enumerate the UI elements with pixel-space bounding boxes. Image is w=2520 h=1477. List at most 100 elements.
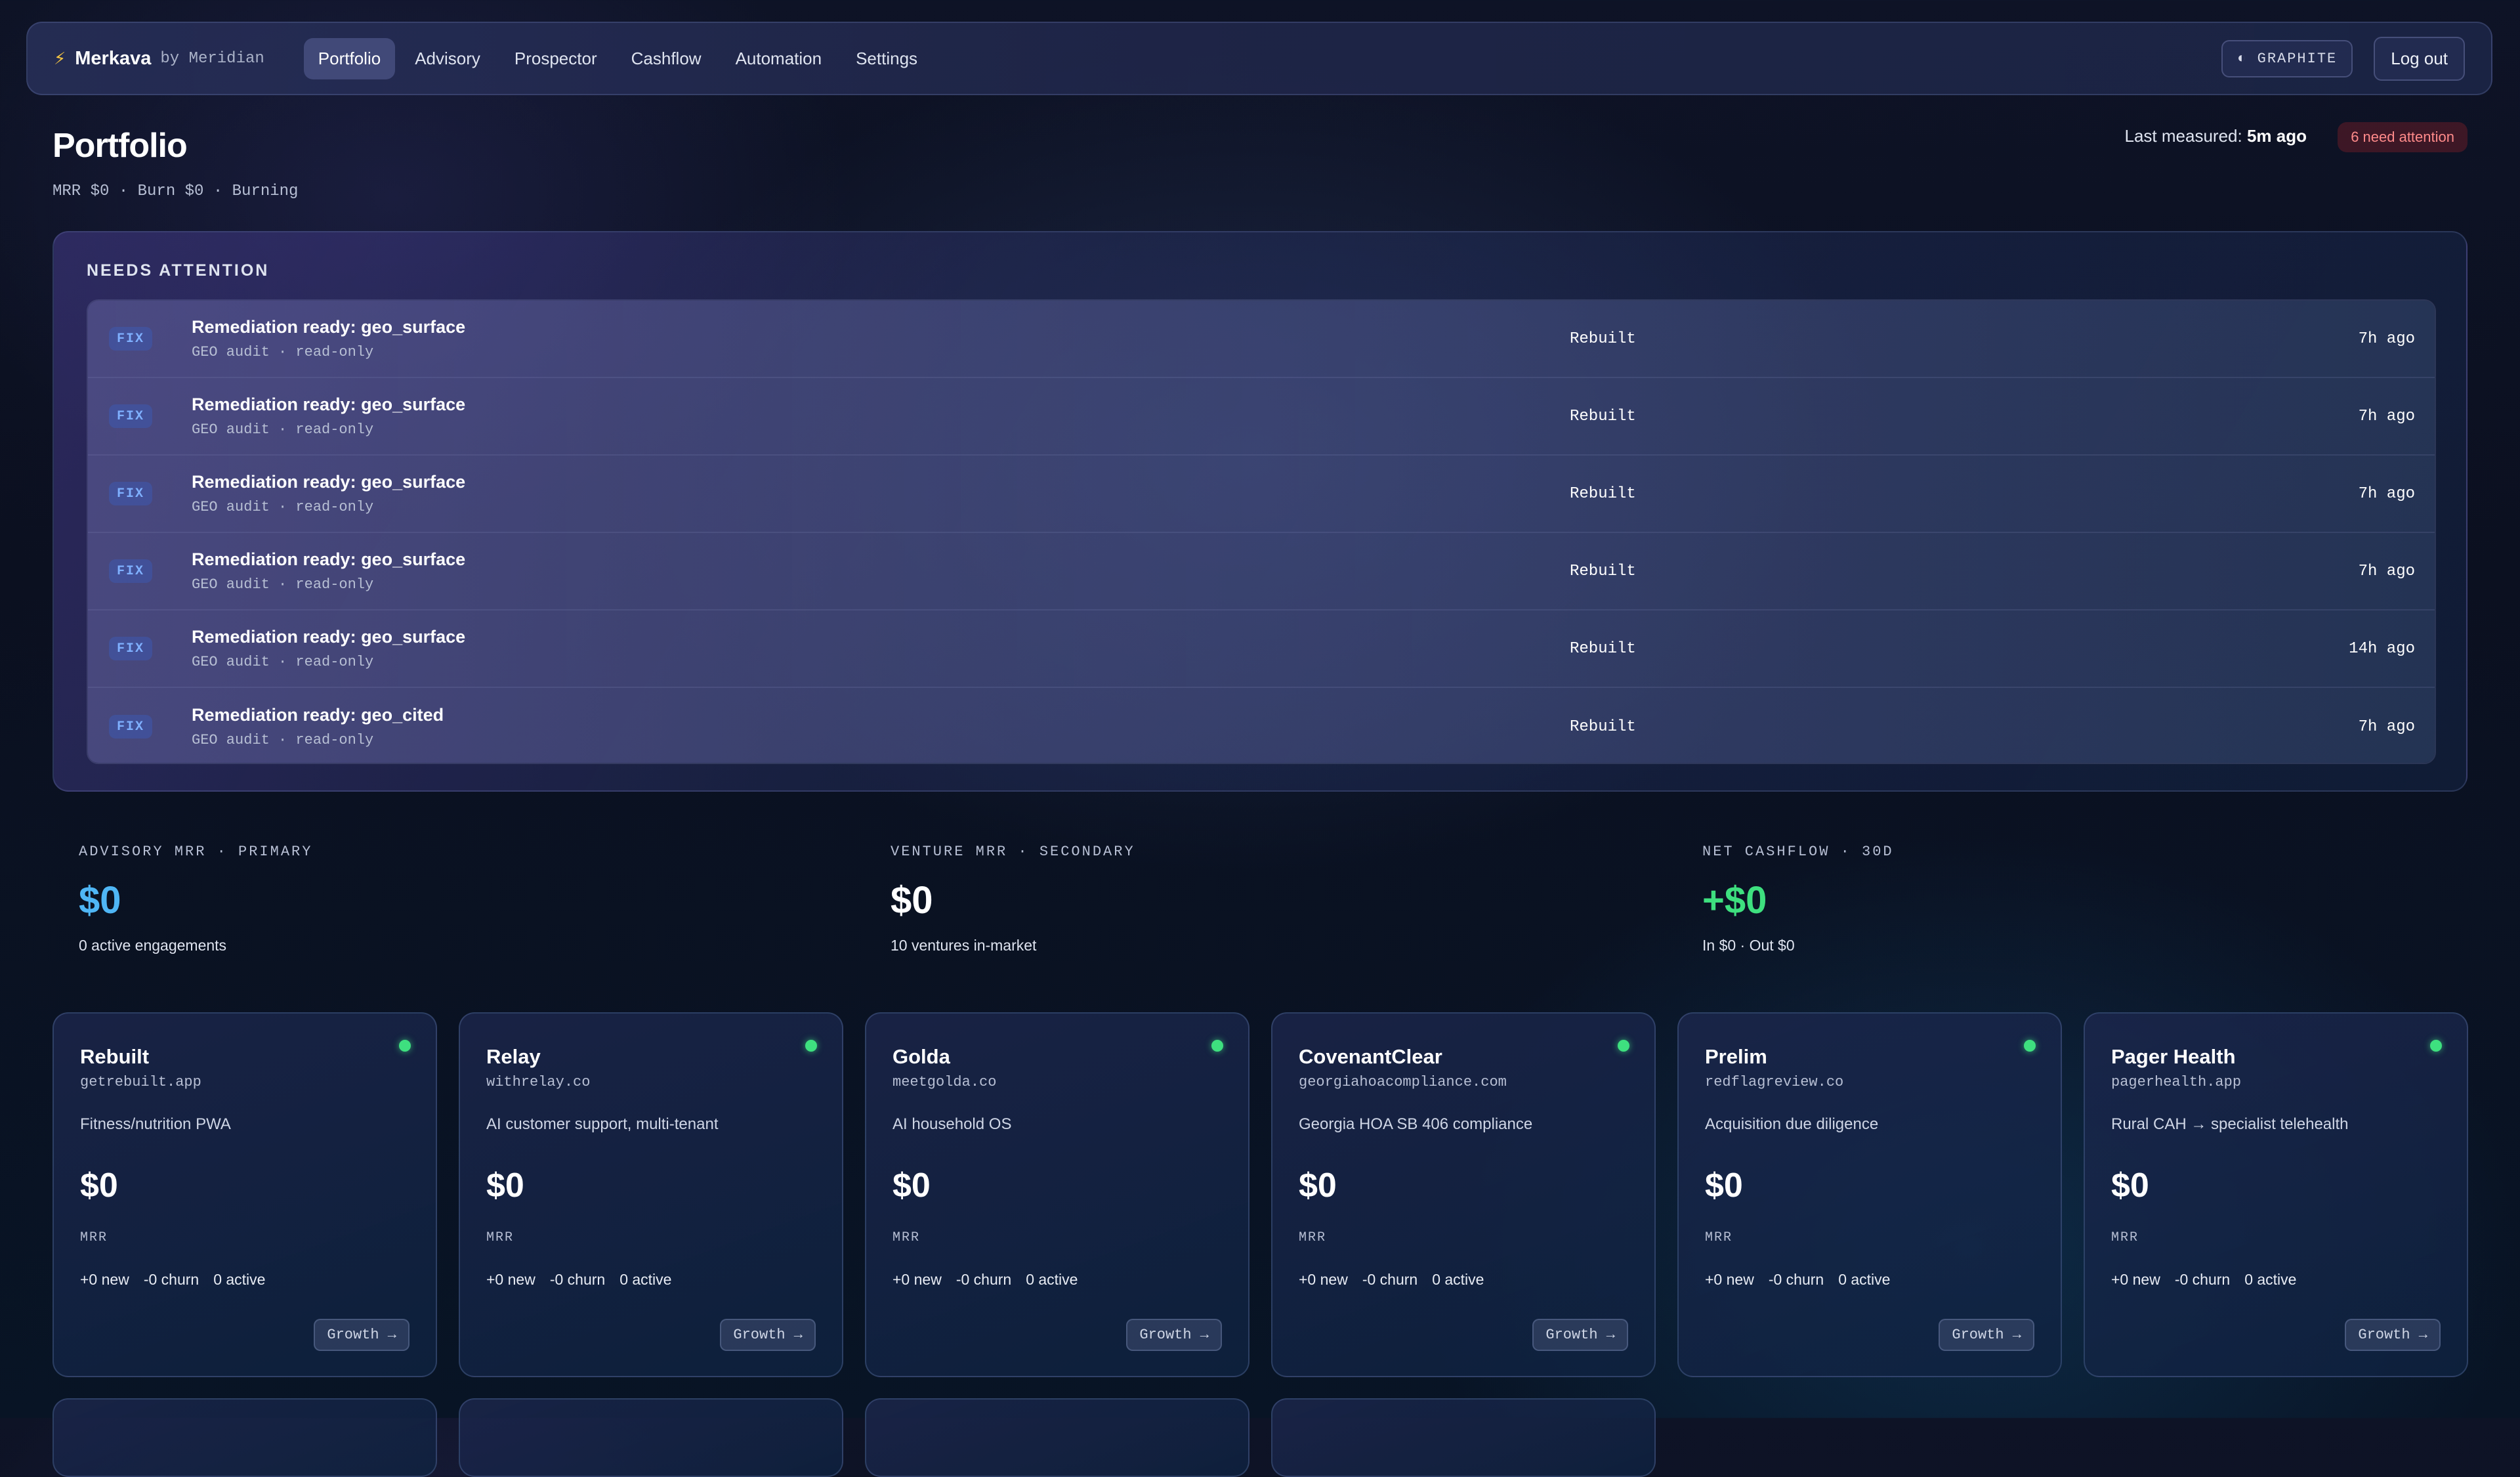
stat-churn: -0 churn: [956, 1271, 1012, 1288]
venture-domain: redflagreview.co: [1705, 1074, 1844, 1090]
status-dot-icon: [2024, 1040, 2036, 1052]
row-meta: GEO audit · read-only: [192, 499, 374, 515]
venture-card-rebuilt[interactable]: Rebuilt getrebuilt.app Fitness/nutrition…: [52, 1012, 437, 1377]
brand-byline: by Meridian: [160, 49, 264, 68]
row-meta: GEO audit · read-only: [192, 576, 374, 593]
venture-mrr: $0: [1705, 1167, 1743, 1205]
venture-domain: meetgolda.co: [892, 1074, 997, 1090]
tab-cashflow[interactable]: Cashflow: [617, 38, 716, 79]
venture-card-prelim[interactable]: Prelim redflagreview.co Acquisition due …: [1677, 1012, 2062, 1377]
row-title: Remediation ready: geo_surface: [192, 317, 466, 337]
venture-card-partial[interactable]: [865, 1398, 1250, 1477]
venture-card-partial[interactable]: [459, 1398, 843, 1477]
venture-stats: +0 new -0 churn 0 active: [1299, 1271, 1484, 1289]
row-venture: Rebuilt: [1570, 717, 1636, 736]
metric-value: +$0: [1702, 879, 1767, 922]
row-venture: Rebuilt: [1570, 639, 1636, 658]
needs-attention-panel: NEEDS ATTENTION FIX Remediation ready: g…: [52, 231, 2468, 792]
tab-automation[interactable]: Automation: [721, 38, 837, 79]
status-dot-icon: [805, 1040, 817, 1052]
status-dot-icon: [1211, 1040, 1223, 1052]
top-nav: ⚡ Merkava by Meridian Portfolio Advisory…: [26, 22, 2492, 95]
growth-button[interactable]: Growth →: [1126, 1319, 1222, 1351]
venture-description: Rural CAH → specialist telehealth: [2111, 1115, 2349, 1133]
venture-description: Georgia HOA SB 406 compliance: [1299, 1115, 1533, 1133]
stat-new: +0 new: [892, 1271, 942, 1288]
stat-churn: -0 churn: [143, 1271, 200, 1288]
fix-tag: FIX: [109, 327, 152, 351]
attention-row[interactable]: FIX Remediation ready: geo_surface GEO a…: [88, 533, 2435, 610]
stat-active: 0 active: [1026, 1271, 1078, 1288]
attention-row[interactable]: FIX Remediation ready: geo_surface GEO a…: [88, 301, 2435, 378]
tab-advisory[interactable]: Advisory: [400, 38, 495, 79]
venture-domain: georgiahoacompliance.com: [1299, 1074, 1507, 1090]
venture-stats: +0 new -0 churn 0 active: [486, 1271, 671, 1289]
growth-button[interactable]: Growth →: [314, 1319, 410, 1351]
logout-button[interactable]: Log out: [2374, 36, 2465, 81]
venture-card-pager-health[interactable]: Pager Health pagerhealth.app Rural CAH →…: [2084, 1012, 2468, 1377]
venture-card-relay[interactable]: Relay withrelay.co AI customer support, …: [459, 1012, 843, 1377]
growth-button[interactable]: Growth →: [1939, 1319, 2034, 1351]
fix-tag: FIX: [109, 559, 152, 583]
venture-name: Relay: [486, 1045, 541, 1068]
row-time: 7h ago: [2358, 717, 2415, 736]
metric-value: $0: [79, 879, 121, 922]
venture-mrr-label: MRR: [1705, 1230, 1733, 1245]
venture-name: Golda: [892, 1045, 950, 1068]
venture-description: AI household OS: [892, 1115, 1012, 1133]
stat-active: 0 active: [620, 1271, 672, 1288]
tab-prospector[interactable]: Prospector: [500, 38, 612, 79]
row-venture: Rebuilt: [1570, 562, 1636, 580]
venture-card-covenantclear[interactable]: CovenantClear georgiahoacompliance.com G…: [1271, 1012, 1656, 1377]
brand[interactable]: ⚡ Merkava by Meridian: [54, 48, 264, 70]
growth-button[interactable]: Growth →: [720, 1319, 816, 1351]
metric-label: NET CASHFLOW · 30D: [1702, 844, 1894, 860]
venture-card-golda[interactable]: Golda meetgolda.co AI household OS $0 MR…: [865, 1012, 1250, 1377]
tab-settings[interactable]: Settings: [841, 38, 932, 79]
stat-new: +0 new: [1299, 1271, 1348, 1288]
row-title: Remediation ready: geo_surface: [192, 549, 466, 569]
last-measured: Last measured: 5m ago: [2125, 126, 2307, 146]
metric-sub: 0 active engagements: [79, 937, 227, 954]
nav-tabs: Portfolio Advisory Prospector Cashflow A…: [303, 37, 932, 79]
tab-portfolio[interactable]: Portfolio: [303, 37, 396, 79]
venture-card-partial[interactable]: [1271, 1398, 1656, 1477]
growth-button[interactable]: Growth →: [2345, 1319, 2441, 1351]
venture-mrr-label: MRR: [80, 1230, 108, 1245]
venture-card-partial[interactable]: [52, 1398, 437, 1477]
venture-stats: +0 new -0 churn 0 active: [80, 1271, 265, 1289]
fix-tag: FIX: [109, 482, 152, 505]
row-venture: Rebuilt: [1570, 407, 1636, 425]
row-title: Remediation ready: geo_surface: [192, 472, 466, 492]
venture-domain: getrebuilt.app: [80, 1074, 201, 1090]
venture-stats: +0 new -0 churn 0 active: [1705, 1271, 1890, 1289]
row-venture: Rebuilt: [1570, 330, 1636, 348]
status-dot-icon: [2430, 1040, 2442, 1052]
attention-row[interactable]: FIX Remediation ready: geo_cited GEO aud…: [88, 688, 2435, 763]
metric-net-cashflow: NET CASHFLOW · 30D +$0 In $0 · Out $0: [1702, 844, 1894, 954]
attention-count-badge[interactable]: 6 need attention: [2338, 122, 2468, 152]
venture-mrr-label: MRR: [1299, 1230, 1327, 1245]
attention-row[interactable]: FIX Remediation ready: geo_surface GEO a…: [88, 378, 2435, 456]
row-title: Remediation ready: geo_surface: [192, 395, 466, 414]
stat-new: +0 new: [80, 1271, 129, 1288]
row-time: 14h ago: [2349, 639, 2415, 658]
metric-label: VENTURE MRR · SECONDARY: [891, 844, 1135, 860]
row-time: 7h ago: [2358, 484, 2415, 503]
attention-row[interactable]: FIX Remediation ready: geo_surface GEO a…: [88, 456, 2435, 533]
stat-new: +0 new: [1705, 1271, 1754, 1288]
growth-button[interactable]: Growth →: [1532, 1319, 1628, 1351]
row-time: 7h ago: [2358, 562, 2415, 580]
brand-name: Merkava: [75, 47, 152, 69]
attention-row[interactable]: FIX Remediation ready: geo_surface GEO a…: [88, 610, 2435, 688]
theme-toggle-button[interactable]: ◐ GRAPHITE: [2221, 39, 2353, 77]
last-measured-value: 5m ago: [2246, 126, 2307, 146]
venture-mrr: $0: [486, 1167, 524, 1205]
venture-description: AI customer support, multi-tenant: [486, 1115, 719, 1133]
stat-churn: -0 churn: [549, 1271, 606, 1288]
venture-mrr: $0: [892, 1167, 931, 1205]
venture-name: Rebuilt: [80, 1045, 150, 1068]
fix-tag: FIX: [109, 715, 152, 739]
venture-mrr-label: MRR: [2111, 1230, 2139, 1245]
venture-stats: +0 new -0 churn 0 active: [2111, 1271, 2296, 1289]
